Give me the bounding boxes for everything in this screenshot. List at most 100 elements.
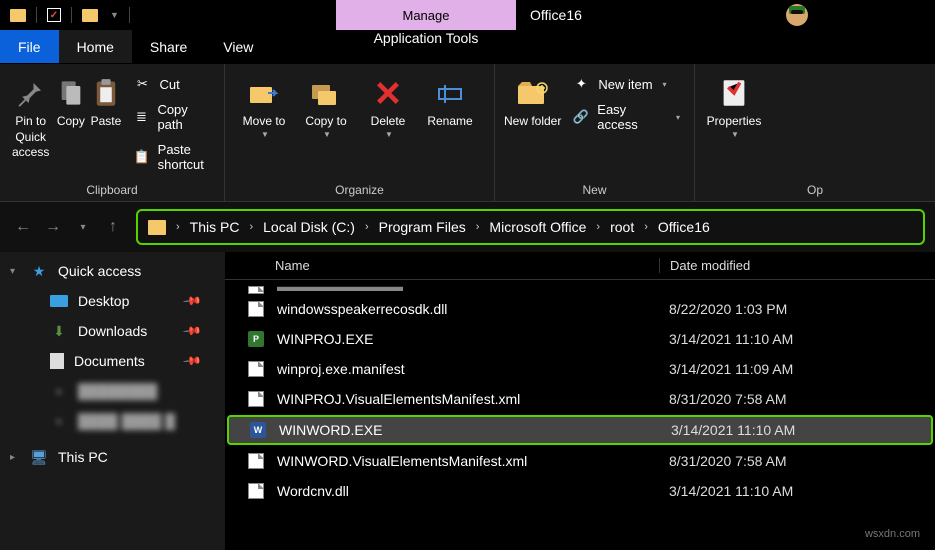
pin-icon: 📌 bbox=[182, 291, 202, 311]
downloads-icon: ⬇ bbox=[50, 323, 68, 339]
copy-button[interactable]: Copy bbox=[53, 68, 88, 130]
pin-to-quick-access-button[interactable]: Pin to Quick access bbox=[8, 68, 53, 161]
file-row[interactable]: WINWORD.VisualElementsManifest.xml8/31/2… bbox=[225, 446, 935, 476]
breadcrumb[interactable]: This PC bbox=[186, 219, 244, 235]
properties-icon bbox=[717, 76, 751, 110]
column-headers: Name Date modified bbox=[225, 252, 935, 280]
new-item-button[interactable]: ✦New item▾ bbox=[566, 74, 686, 94]
paste-button[interactable]: Paste bbox=[88, 68, 123, 130]
recent-dropdown-icon[interactable]: ▾ bbox=[70, 214, 96, 240]
file-icon bbox=[245, 361, 267, 377]
properties-qat-icon[interactable]: ✓ bbox=[47, 8, 61, 22]
file-date: 3/14/2021 11:09 AM bbox=[657, 361, 793, 377]
file-icon bbox=[245, 391, 267, 407]
user-avatar-icon[interactable] bbox=[779, 2, 815, 28]
file-icon: W bbox=[247, 422, 269, 438]
breadcrumb[interactable]: Program Files bbox=[375, 219, 470, 235]
file-icon bbox=[245, 301, 267, 317]
sidebar-item-thispc[interactable]: ▸ 🖥 This PC bbox=[0, 442, 225, 472]
column-header-name[interactable]: Name bbox=[225, 258, 660, 273]
qat-dropdown-icon[interactable]: ▼ bbox=[110, 10, 119, 20]
newitem-icon: ✦ bbox=[572, 76, 590, 92]
chevron-right-icon[interactable]: › bbox=[474, 221, 482, 233]
paste-icon bbox=[89, 76, 123, 110]
view-tab[interactable]: View bbox=[205, 30, 271, 63]
copy-icon bbox=[54, 76, 88, 110]
star-icon: ★ bbox=[30, 263, 48, 279]
file-date: 3/14/2021 11:10 AM bbox=[657, 483, 793, 499]
file-name: WINWORD.VisualElementsManifest.xml bbox=[277, 453, 657, 469]
monitor-icon: 🖥 bbox=[30, 449, 48, 465]
chevron-right-icon[interactable]: ▸ bbox=[10, 452, 15, 463]
chevron-right-icon[interactable]: › bbox=[642, 221, 650, 233]
path-icon: ≣ bbox=[133, 109, 149, 125]
sidebar-item-desktop[interactable]: Desktop📌 bbox=[0, 286, 225, 316]
share-tab[interactable]: Share bbox=[132, 30, 205, 63]
file-date: 8/31/2020 7:58 AM bbox=[657, 391, 787, 407]
file-name: WINPROJ.EXE bbox=[277, 331, 657, 347]
context-tab-manage[interactable]: Manage bbox=[336, 0, 516, 30]
paste-shortcut-button[interactable]: 📋Paste shortcut bbox=[127, 140, 216, 174]
file-row[interactable]: windowsspeakerrecosdk.dll8/22/2020 1:03 … bbox=[225, 294, 935, 324]
copy-to-button[interactable]: Copy to▼ bbox=[295, 68, 357, 140]
forward-button[interactable]: → bbox=[40, 214, 66, 240]
chevron-right-icon[interactable]: › bbox=[594, 221, 602, 233]
chevron-right-icon[interactable]: › bbox=[174, 221, 182, 233]
file-row[interactable]: WINPROJ.VisualElementsManifest.xml8/31/2… bbox=[225, 384, 935, 414]
copy-path-button[interactable]: ≣Copy path bbox=[127, 100, 216, 134]
home-tab[interactable]: Home bbox=[59, 30, 132, 63]
folder-icon[interactable] bbox=[10, 9, 26, 22]
file-row[interactable]: Wordcnv.dll3/14/2021 11:10 AM bbox=[225, 476, 935, 506]
menu-bar: File Home Share View Application Tools bbox=[0, 30, 935, 64]
chevron-right-icon[interactable]: › bbox=[363, 221, 371, 233]
sidebar-item-blurred[interactable]: ▪████ ████ █ bbox=[0, 406, 225, 436]
ribbon: Pin to Quick access Copy Paste ✂Cut ≣Cop… bbox=[0, 64, 935, 202]
sidebar-item-blurred[interactable]: ▪████████ bbox=[0, 376, 225, 406]
application-tools-tab[interactable]: Application Tools bbox=[336, 30, 516, 46]
sidebar-item-quickaccess[interactable]: ▾ ★ Quick access bbox=[0, 256, 225, 286]
folder-icon bbox=[148, 220, 166, 235]
breadcrumb[interactable]: Office16 bbox=[654, 219, 714, 235]
breadcrumb[interactable]: Local Disk (C:) bbox=[259, 219, 359, 235]
file-row[interactable]: PWINPROJ.EXE3/14/2021 11:10 AM bbox=[225, 324, 935, 354]
easy-access-button[interactable]: 🔗Easy access▾ bbox=[566, 100, 686, 134]
group-label: New bbox=[495, 183, 694, 201]
group-label: Op bbox=[695, 183, 935, 201]
file-row[interactable]: winproj.exe.manifest3/14/2021 11:09 AM bbox=[225, 354, 935, 384]
file-tab[interactable]: File bbox=[0, 30, 59, 63]
chevron-right-icon[interactable]: › bbox=[247, 221, 255, 233]
pin-icon bbox=[14, 76, 48, 110]
title-bar: ✓ ▼ Manage Office16 bbox=[0, 0, 935, 30]
sidebar-item-documents[interactable]: Documents📌 bbox=[0, 346, 225, 376]
breadcrumb[interactable]: root bbox=[606, 219, 638, 235]
desktop-icon bbox=[50, 295, 68, 307]
back-button[interactable]: ← bbox=[10, 214, 36, 240]
file-row[interactable]: WWINWORD.EXE3/14/2021 11:10 AM bbox=[227, 415, 933, 445]
breadcrumb[interactable]: Microsoft Office bbox=[485, 219, 590, 235]
ribbon-group-open: Properties▼ Op bbox=[695, 64, 935, 201]
file-date: 8/22/2020 1:03 PM bbox=[657, 301, 787, 317]
newfolder-qat-icon[interactable] bbox=[82, 9, 98, 22]
properties-button[interactable]: Properties▼ bbox=[703, 68, 765, 140]
delete-icon bbox=[371, 76, 405, 110]
sidebar-item-downloads[interactable]: ⬇ Downloads📌 bbox=[0, 316, 225, 346]
file-name: WINWORD.EXE bbox=[279, 422, 659, 438]
column-header-date[interactable]: Date modified bbox=[660, 258, 750, 273]
cut-button[interactable]: ✂Cut bbox=[127, 74, 216, 94]
chevron-down-icon[interactable]: ▾ bbox=[10, 266, 15, 277]
window-title: Office16 bbox=[530, 0, 582, 30]
address-bar[interactable]: › This PC › Local Disk (C:) › Program Fi… bbox=[136, 209, 925, 245]
file-icon bbox=[245, 453, 267, 469]
move-to-button[interactable]: Move to▼ bbox=[233, 68, 295, 140]
file-name: Wordcnv.dll bbox=[277, 483, 657, 499]
easyaccess-icon: 🔗 bbox=[572, 109, 589, 125]
navigation-pane: ▾ ★ Quick access Desktop📌 ⬇ Downloads📌 D… bbox=[0, 252, 225, 550]
content-area: ▾ ★ Quick access Desktop📌 ⬇ Downloads📌 D… bbox=[0, 252, 935, 550]
pin-icon: 📌 bbox=[182, 321, 202, 341]
rename-icon bbox=[433, 76, 467, 110]
delete-button[interactable]: Delete▼ bbox=[357, 68, 419, 140]
new-folder-button[interactable]: New folder bbox=[503, 68, 562, 130]
up-button[interactable]: ↑ bbox=[100, 214, 126, 240]
rename-button[interactable]: Rename bbox=[419, 68, 481, 130]
file-list: Name Date modified ▬▬▬▬▬▬▬▬▬windowsspeak… bbox=[225, 252, 935, 550]
